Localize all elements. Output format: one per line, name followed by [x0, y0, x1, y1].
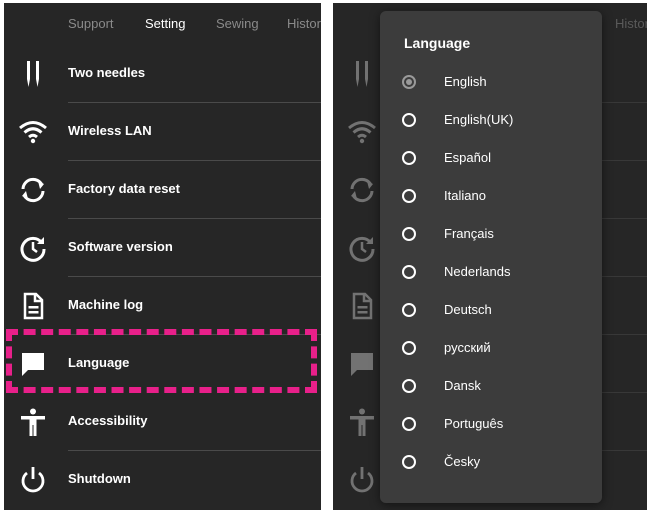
wifi-icon	[347, 117, 377, 147]
language-option-portugues[interactable]: Português	[380, 407, 602, 443]
language-option-label: Deutsch	[444, 302, 492, 317]
software-update-icon	[18, 233, 48, 263]
radio-icon[interactable]	[402, 265, 416, 279]
radio-icon[interactable]	[402, 151, 416, 165]
language-option-label: English	[444, 74, 487, 89]
language-highlight-box	[6, 329, 317, 393]
radio-icon[interactable]	[402, 113, 416, 127]
language-option-english-uk[interactable]: English(UK)	[380, 103, 602, 139]
radio-selected-icon[interactable]	[402, 75, 416, 89]
language-option-label: Italiano	[444, 188, 486, 203]
language-option-deutsch[interactable]: Deutsch	[380, 293, 602, 329]
dialog-title: Language	[404, 35, 471, 51]
two-needles-icon	[347, 59, 377, 89]
language-option-label: Dansk	[444, 378, 481, 393]
tab-history-partial: Histor	[615, 16, 647, 31]
menu-item-label: Software version	[68, 239, 173, 254]
radio-icon[interactable]	[402, 455, 416, 469]
chat-bubble-icon	[347, 349, 377, 379]
language-screen: Histor Language English English(UK) Espa…	[333, 3, 647, 510]
tab-support[interactable]: Support	[68, 16, 114, 31]
menu-item-label: Accessibility	[68, 413, 148, 428]
radio-icon[interactable]	[402, 189, 416, 203]
language-option-label: русский	[444, 340, 491, 355]
menu-item-machine-log[interactable]: Machine log	[4, 277, 321, 335]
language-option-label: Français	[444, 226, 494, 241]
radio-icon[interactable]	[402, 417, 416, 431]
wifi-icon	[18, 117, 48, 147]
tab-sewing[interactable]: Sewing	[216, 16, 259, 31]
language-dialog: Language English English(UK) Español Ita…	[380, 11, 602, 503]
two-needles-icon	[18, 59, 48, 89]
menu-item-two-needles[interactable]: Two needles	[4, 45, 321, 103]
accessibility-icon	[18, 407, 48, 437]
radio-icon[interactable]	[402, 341, 416, 355]
language-option-label: Nederlands	[444, 264, 511, 279]
reset-icon	[347, 175, 377, 205]
reset-icon	[18, 175, 48, 205]
language-option-dansk[interactable]: Dansk	[380, 369, 602, 405]
menu-item-wireless-lan[interactable]: Wireless LAN	[4, 103, 321, 161]
document-icon	[347, 291, 377, 321]
power-icon	[347, 465, 377, 495]
menu-item-label: Wireless LAN	[68, 123, 152, 138]
language-option-cesky[interactable]: Česky	[380, 445, 602, 481]
language-option-nederlands[interactable]: Nederlands	[380, 255, 602, 291]
language-option-label: Español	[444, 150, 491, 165]
language-option-label: English(UK)	[444, 112, 514, 127]
power-icon	[18, 465, 48, 495]
radio-icon[interactable]	[402, 379, 416, 393]
menu-item-label: Two needles	[68, 65, 146, 80]
radio-icon[interactable]	[402, 303, 416, 317]
language-option-label: Česky	[444, 454, 481, 469]
tab-bar: Support Setting Sewing History	[4, 3, 321, 43]
language-option-russian[interactable]: русский	[380, 331, 602, 367]
document-icon	[18, 291, 48, 321]
language-option-francais[interactable]: Français	[380, 217, 602, 253]
tab-setting[interactable]: Setting	[145, 16, 185, 31]
accessibility-icon	[347, 407, 377, 437]
menu-item-factory-reset[interactable]: Factory data reset	[4, 161, 321, 219]
menu-item-software-version[interactable]: Software version	[4, 219, 321, 277]
language-option-italiano[interactable]: Italiano	[380, 179, 602, 215]
software-update-icon	[347, 233, 377, 263]
menu-item-label: Shutdown	[68, 471, 131, 486]
tab-history[interactable]: History	[287, 16, 321, 31]
settings-panel: Support Setting Sewing History Two needl…	[4, 3, 321, 510]
menu-item-label: Factory data reset	[68, 181, 180, 196]
language-option-english[interactable]: English	[380, 65, 602, 101]
menu-item-label: Machine log	[68, 297, 144, 312]
menu-item-accessibility[interactable]: Accessibility	[4, 393, 321, 451]
menu-item-shutdown[interactable]: Shutdown	[4, 451, 321, 509]
language-option-label: Português	[444, 416, 504, 431]
radio-icon[interactable]	[402, 227, 416, 241]
language-option-espanol[interactable]: Español	[380, 141, 602, 177]
